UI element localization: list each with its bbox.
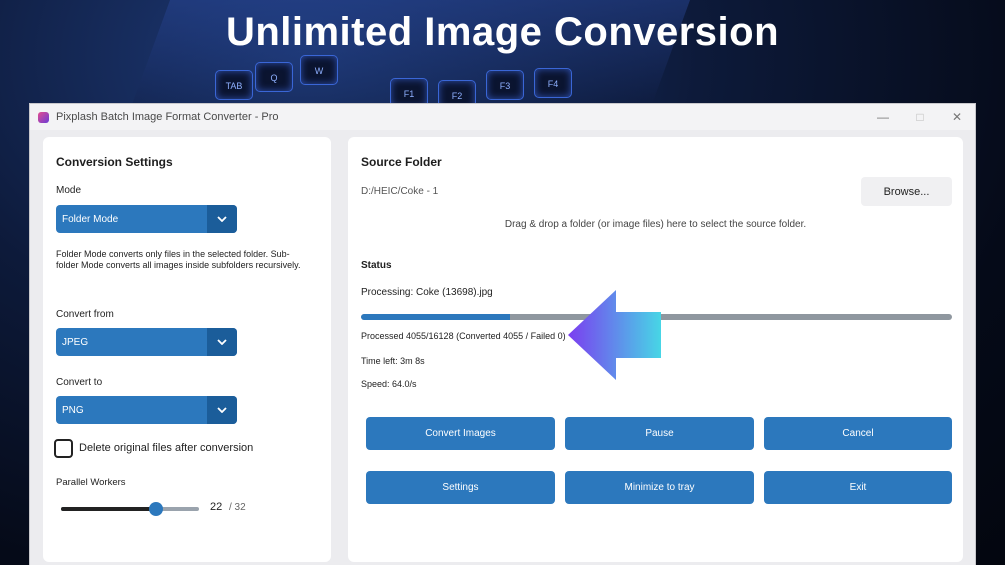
maximize-window-button[interactable]: □ xyxy=(902,104,938,130)
source-folder-title: Source Folder xyxy=(361,155,442,169)
promo-headline: Unlimited Image Conversion xyxy=(225,10,780,54)
convert-to-value: PNG xyxy=(62,404,84,416)
browse-button[interactable]: Browse... xyxy=(861,177,952,206)
status-title: Status xyxy=(361,260,392,271)
callout-arrow-icon xyxy=(568,290,661,380)
slider-handle[interactable] xyxy=(148,502,163,516)
close-window-button[interactable]: ✕ xyxy=(939,104,975,130)
minimize-window-button[interactable]: — xyxy=(865,104,901,130)
mode-value: Folder Mode xyxy=(62,213,119,225)
app-logo-icon xyxy=(38,111,49,123)
title-bar: Pixplash Batch Image Format Converter - … xyxy=(30,104,975,130)
window-title: Pixplash Batch Image Format Converter - … xyxy=(56,111,279,123)
app-window: Pixplash Batch Image Format Converter - … xyxy=(29,103,976,565)
parallel-workers-value: 22 xyxy=(210,501,223,513)
chevron-down-icon[interactable] xyxy=(207,328,237,356)
keyboard-key: F4 xyxy=(534,68,572,98)
progress-fill xyxy=(361,314,510,320)
mode-description: Folder Mode converts only files in the s… xyxy=(56,249,301,270)
conversion-settings-panel: Conversion Settings Mode Folder Mode Fol… xyxy=(43,137,331,562)
pause-button[interactable]: Pause xyxy=(565,417,754,450)
convert-from-value: JPEG xyxy=(62,336,89,348)
convert-images-button[interactable]: Convert Images xyxy=(366,417,555,450)
parallel-workers-max: / 32 xyxy=(229,502,246,513)
convert-from-dropdown[interactable]: JPEG xyxy=(56,328,237,356)
minimize-to-tray-button[interactable]: Minimize to tray xyxy=(565,471,754,504)
source-path: D:/HEIC/Coke - 1 xyxy=(361,186,439,197)
processing-file: Processing: Coke (13698).jpg xyxy=(361,287,493,298)
keyboard-key: Q xyxy=(255,62,293,92)
delete-original-label: Delete original files after conversion xyxy=(79,442,254,454)
chevron-down-icon[interactable] xyxy=(207,396,237,424)
parallel-workers-slider[interactable] xyxy=(61,502,199,516)
settings-button[interactable]: Settings xyxy=(366,471,555,504)
convert-to-label: Convert to xyxy=(56,377,103,388)
exit-button[interactable]: Exit xyxy=(764,471,952,504)
cancel-button[interactable]: Cancel xyxy=(764,417,952,450)
chevron-down-icon[interactable] xyxy=(207,205,237,233)
convert-from-label: Convert from xyxy=(56,309,114,320)
drop-zone-hint[interactable]: Drag & drop a folder (or image files) he… xyxy=(348,219,963,230)
processed-count: Processed 4055/16128 (Converted 4055 / F… xyxy=(361,331,566,341)
conversion-settings-title: Conversion Settings xyxy=(56,155,173,169)
keyboard-key: TAB xyxy=(215,70,253,100)
convert-to-dropdown[interactable]: PNG xyxy=(56,396,237,424)
keyboard-key: F3 xyxy=(486,70,524,100)
mode-label: Mode xyxy=(56,185,82,196)
parallel-workers-label: Parallel Workers xyxy=(56,477,126,488)
slider-fill xyxy=(61,507,156,511)
keyboard-key: W xyxy=(300,55,338,85)
time-left: Time left: 3m 8s xyxy=(361,356,425,366)
delete-original-checkbox[interactable] xyxy=(54,439,73,458)
speed: Speed: 64.0/s xyxy=(361,379,417,389)
mode-dropdown[interactable]: Folder Mode xyxy=(56,205,237,233)
